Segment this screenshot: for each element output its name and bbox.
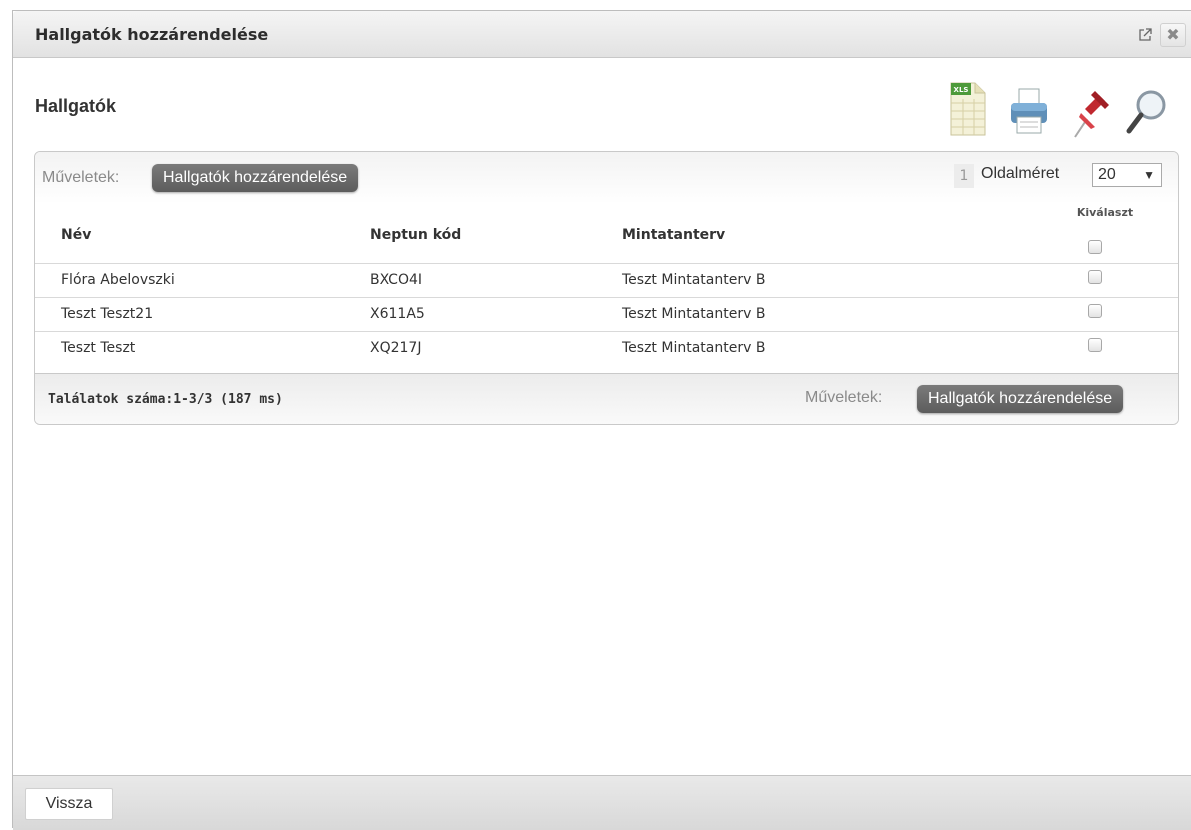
cell-curriculum: Teszt Mintatanterv B [622,340,766,356]
actions-label-bottom: Műveletek: [805,389,883,406]
cell-curriculum: Teszt Mintatanterv B [622,272,766,288]
row-checkbox[interactable] [1088,304,1102,318]
results-count: Találatok száma:1-3/3 (187 ms) [48,392,283,407]
dialog-window: Hallgatók hozzárendelése ✖ Hallgatók XLS [12,10,1191,830]
table-row[interactable]: Teszt Teszt21 X611A5 Teszt Mintatanterv … [35,297,1178,332]
cell-name: Flóra Abelovszki [61,272,175,288]
chevron-down-icon: ▼ [1143,168,1155,182]
column-header-neptun[interactable]: Neptun kód [370,227,461,243]
table-row[interactable]: Flóra Abelovszki BXCO4I Teszt Mintatante… [35,263,1178,298]
page-size-label: Oldalméret [981,165,1060,182]
page-number[interactable]: 1 [954,164,974,188]
xls-export-icon[interactable]: XLS [943,79,991,145]
search-icon[interactable] [1123,79,1171,145]
page-size-value: 20 [1098,166,1116,183]
column-header-curriculum[interactable]: Mintatanterv [622,227,725,243]
bottom-bar: Vissza [13,775,1191,830]
section-title: Hallgatók [35,96,117,116]
pin-icon[interactable] [1065,79,1113,145]
cell-name: Teszt Teszt21 [61,306,154,322]
cell-neptun: X611A5 [370,306,425,322]
assign-students-button-top[interactable]: Hallgatók hozzárendelése [152,164,359,192]
row-checkbox[interactable] [1088,270,1102,284]
cell-name: Teszt Teszt [61,340,136,356]
close-icon[interactable]: ✖ [1160,23,1186,47]
xls-badge: XLS [954,86,969,94]
cell-neptun: XQ217J [370,340,422,356]
panel-footer: Találatok száma:1-3/3 (187 ms) Műveletek… [35,373,1178,424]
page-size-select[interactable]: 20 ▼ [1092,163,1162,187]
column-header-select: Kiválaszt [1076,206,1134,219]
assign-students-button-bottom[interactable]: Hallgatók hozzárendelése [917,385,1124,413]
select-all-checkbox[interactable] [1088,240,1102,254]
window-title: Hallgatók hozzárendelése [35,25,269,44]
table-row[interactable]: Teszt Teszt XQ217J Teszt Mintatanterv B [35,331,1178,366]
title-bar: Hallgatók hozzárendelése ✖ [13,11,1191,58]
print-icon[interactable] [1005,79,1053,145]
cell-neptun: BXCO4I [370,272,423,288]
popout-icon[interactable] [1138,28,1152,42]
column-header-name[interactable]: Név [61,227,91,243]
row-checkbox[interactable] [1088,338,1102,352]
cell-curriculum: Teszt Mintatanterv B [622,306,766,322]
results-panel: Műveletek: Hallgatók hozzárendelése 1 Ol… [34,151,1179,425]
back-button[interactable]: Vissza [25,788,113,820]
actions-label-top: Műveletek: [42,169,120,186]
